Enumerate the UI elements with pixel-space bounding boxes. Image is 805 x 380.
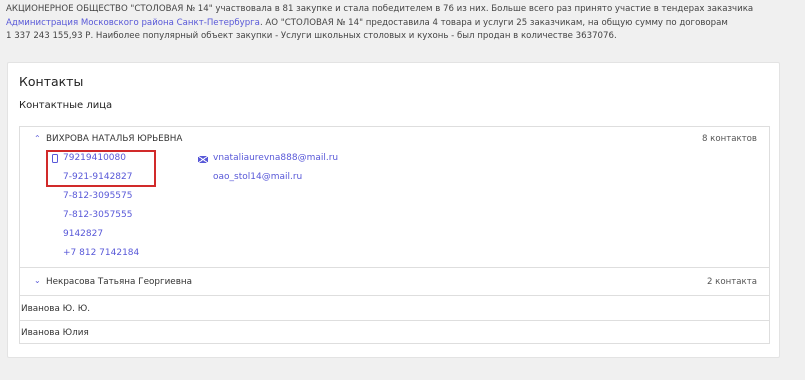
phone-link[interactable]: +7 812 7142184 — [63, 248, 139, 258]
summary-text-1: АКЦИОНЕРНОЕ ОБЩЕСТВО "СТОЛОВАЯ № 14" уча… — [6, 4, 754, 14]
highlight-box — [46, 150, 156, 187]
contact-count: 8 контактов — [701, 134, 757, 144]
contacts-title: Контакты — [19, 74, 84, 89]
email-link[interactable]: oao_stol14@mail.ru — [213, 172, 302, 182]
phone-link[interactable]: 7-812-3057555 — [63, 210, 132, 220]
mail-icon — [198, 156, 208, 163]
contacts-accordion: ⌃ ВИХРОВА НАТАЛЬЯ ЮРЬЕВНА 8 контактов 79… — [19, 126, 770, 344]
contact-person-row: Иванова Ю. Ю. — [20, 295, 769, 320]
phone-link[interactable]: 9142827 — [63, 229, 103, 239]
contact-person-expanded: ⌃ ВИХРОВА НАТАЛЬЯ ЮРЬЕВНА 8 контактов 79… — [20, 127, 769, 267]
contact-person-row: Иванова Юлия — [20, 320, 769, 343]
contact-person-collapsed[interactable]: ⌄ Некрасова Татьяна Георгиевна 2 контакт… — [20, 267, 769, 295]
phone-link[interactable]: 7-812-3095575 — [63, 191, 132, 201]
company-summary: АКЦИОНЕРНОЕ ОБЩЕСТВО "СТОЛОВАЯ № 14" уча… — [6, 3, 799, 44]
customer-link[interactable]: Администрация Московского района Санкт-П… — [6, 18, 260, 28]
contacts-card: Контакты Контактные лица ⌃ ВИХРОВА НАТАЛ… — [7, 62, 780, 358]
chevron-up-icon[interactable]: ⌃ — [34, 134, 41, 143]
contact-count: 2 контакта — [706, 277, 757, 287]
contact-person-name[interactable]: Некрасова Татьяна Георгиевна — [46, 277, 192, 287]
chevron-down-icon[interactable]: ⌄ — [34, 276, 41, 285]
contact-person-name[interactable]: ВИХРОВА НАТАЛЬЯ ЮРЬЕВНА — [46, 134, 182, 144]
summary-text-2: . АО "СТОЛОВАЯ № 14" предоставила 4 това… — [259, 17, 728, 28]
email-link[interactable]: vnataliaurevna888@mail.ru — [213, 153, 338, 163]
contact-persons-heading: Контактные лица — [19, 100, 113, 111]
contact-person-name: Иванова Юлия — [21, 328, 89, 338]
contact-person-name: Иванова Ю. Ю. — [21, 304, 91, 314]
summary-text-3: 1 337 243 155,93 Р. Наиболее популярный … — [6, 31, 617, 42]
